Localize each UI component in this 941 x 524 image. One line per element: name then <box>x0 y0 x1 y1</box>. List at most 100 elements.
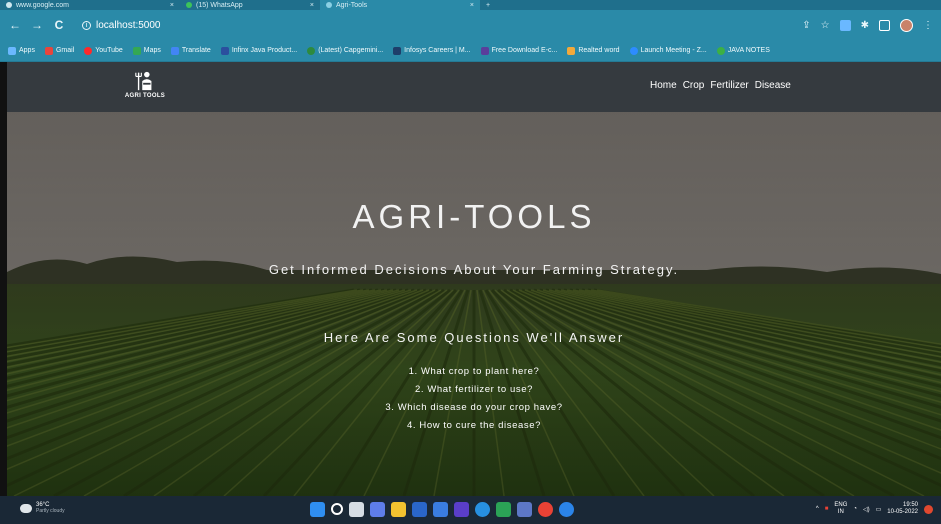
system-tray: ^ ■ ENG IN ◔ ◁) ▭ 19:50 10-05-2022 <box>816 502 933 516</box>
app-icon[interactable] <box>559 502 574 517</box>
info-icon[interactable]: i <box>82 20 91 30</box>
bookmark-item[interactable]: Apps <box>8 46 35 55</box>
browser-tab-strip: www.google.com × (15) WhatsApp × Agri-To… <box>0 0 941 10</box>
tab-whatsapp[interactable]: (15) WhatsApp × <box>180 0 320 10</box>
site-logo[interactable]: AGRI TOOLS <box>115 70 175 99</box>
reload-button[interactable]: C <box>52 18 66 32</box>
bookmarks-bar: Apps Gmail YouTube Maps Translate Infinx… <box>0 40 941 62</box>
tab-google[interactable]: www.google.com × <box>0 0 180 10</box>
chrome-icon[interactable] <box>538 502 553 517</box>
site-favicon-icon <box>220 46 229 55</box>
plus-icon: + <box>486 1 491 9</box>
clock[interactable]: 19:50 10-05-2022 <box>887 502 918 516</box>
bookmark-label: Launch Meeting - Z... <box>640 47 707 54</box>
windows-taskbar: 36°C Partly cloudy ^ ■ ENG IN ◔ ◁) ▭ 19:… <box>0 496 941 524</box>
bookmark-item[interactable]: Gmail <box>44 46 75 55</box>
site-favicon-icon <box>716 46 725 55</box>
site-navbar: AGRI TOOLS Home Crop Fertilizer Disease <box>7 62 941 112</box>
bookmark-item[interactable]: YouTube <box>84 46 123 55</box>
store-icon[interactable] <box>412 502 427 517</box>
screen: www.google.com × (15) WhatsApp × Agri-To… <box>0 0 941 524</box>
bookmark-item[interactable]: Translate <box>170 46 211 55</box>
infosys-icon <box>393 46 402 55</box>
vscode-icon[interactable] <box>433 502 448 517</box>
gmail-icon <box>44 46 53 55</box>
side-panel-icon[interactable] <box>879 19 890 31</box>
extensions-puzzle-icon[interactable]: ✱ <box>861 20 869 31</box>
close-icon[interactable]: × <box>310 2 314 9</box>
nav-disease[interactable]: Disease <box>755 80 791 91</box>
bookmark-item[interactable]: (Latest) Capgemini... <box>307 46 384 55</box>
site-nav-links: Home Crop Fertilizer Disease <box>650 80 791 91</box>
site-favicon-icon <box>480 46 489 55</box>
back-button[interactable]: ← <box>8 18 22 32</box>
bookmark-item[interactable]: Infosys Careers | M... <box>393 46 471 55</box>
nav-fertilizer[interactable]: Fertilizer <box>710 80 748 91</box>
battery-icon[interactable]: ▭ <box>876 506 882 513</box>
address-bar[interactable]: i localhost:5000 <box>74 15 694 35</box>
bookmark-star-icon[interactable]: ☆ <box>821 20 830 31</box>
language-indicator[interactable]: ENG IN <box>834 502 847 516</box>
teams-icon[interactable] <box>370 502 385 517</box>
maps-pin-icon <box>132 46 141 55</box>
farm-field-background <box>7 112 941 496</box>
bookmark-label: Translate <box>181 47 211 54</box>
edge-icon[interactable] <box>475 502 490 517</box>
file-explorer-icon[interactable] <box>391 502 406 517</box>
language-code: ENG <box>834 502 848 508</box>
bookmark-item[interactable]: Free Download E-c... <box>480 46 558 55</box>
nav-home[interactable]: Home <box>650 80 677 91</box>
question-item: 1. What crop to plant here? <box>408 366 540 377</box>
close-icon[interactable]: × <box>470 2 474 9</box>
bookmark-item[interactable]: JAVA NOTES <box>716 46 770 55</box>
bookmark-label: (Latest) Capgemini... <box>318 47 384 54</box>
clock-time: 19:50 <box>902 502 918 508</box>
search-icon[interactable] <box>331 503 343 515</box>
wifi-icon[interactable]: ◔ <box>853 506 857 512</box>
youtube-icon <box>84 46 93 55</box>
tab-title: (15) WhatsApp <box>196 1 243 9</box>
chevron-up-icon[interactable]: ^ <box>816 506 819 512</box>
bookmark-item[interactable]: Maps <box>132 46 161 55</box>
bookmark-label: Gmail <box>55 47 75 54</box>
new-tab-button[interactable]: + <box>480 0 496 10</box>
logo-text: AGRI TOOLS <box>124 93 166 99</box>
questions-list: 1. What crop to plant here? 2. What fert… <box>7 366 941 431</box>
bookmark-label: Infosys Careers | M... <box>404 47 471 54</box>
nav-crop[interactable]: Crop <box>683 80 705 91</box>
extension-icon[interactable] <box>839 19 851 31</box>
question-item: 4. How to cure the disease? <box>407 420 541 431</box>
bookmark-item[interactable]: Launch Meeting - Z... <box>629 46 707 55</box>
tab-agri-tools[interactable]: Agri-Tools × <box>320 0 480 10</box>
forward-button[interactable]: → <box>30 18 44 32</box>
tab-title: Agri-Tools <box>336 1 368 9</box>
region-code: IN <box>837 509 844 515</box>
hero-title: AGRI-TOOLS <box>352 198 596 235</box>
address-text: localhost:5000 <box>96 19 161 31</box>
whatsapp-icon <box>186 2 192 8</box>
profile-avatar[interactable] <box>900 18 913 32</box>
close-icon[interactable]: × <box>170 2 174 9</box>
question-item: 2. What fertilizer to use? <box>414 384 534 395</box>
app-icon[interactable] <box>496 502 511 517</box>
task-view-icon[interactable] <box>349 502 364 517</box>
bookmark-item[interactable]: Infinx Java Product... <box>220 46 298 55</box>
notification-icon[interactable] <box>924 504 933 514</box>
taskbar-apps <box>310 502 574 517</box>
bookmark-item[interactable]: Realted word <box>567 46 620 55</box>
tray-app-icon[interactable]: ■ <box>825 506 829 512</box>
menu-kebab-icon[interactable]: ⋮ <box>923 20 933 31</box>
weather-widget[interactable]: 36°C Partly cloudy <box>20 502 65 514</box>
volume-icon[interactable]: ◁) <box>863 506 870 513</box>
share-icon[interactable]: ⇪ <box>802 20 810 31</box>
app-icon[interactable] <box>517 502 532 517</box>
bookmark-label: Infinx Java Product... <box>231 47 298 54</box>
hero-section: AGRI-TOOLS Get Informed Decisions About … <box>7 112 941 496</box>
bookmark-label: Maps <box>143 47 161 54</box>
globe-icon <box>326 2 332 8</box>
windows-start-icon[interactable] <box>310 502 325 517</box>
bookmark-label: Free Download E-c... <box>491 47 558 54</box>
app-icon[interactable] <box>454 502 469 517</box>
bookmark-label: JAVA NOTES <box>727 47 770 54</box>
farmer-logo-icon <box>135 71 152 91</box>
